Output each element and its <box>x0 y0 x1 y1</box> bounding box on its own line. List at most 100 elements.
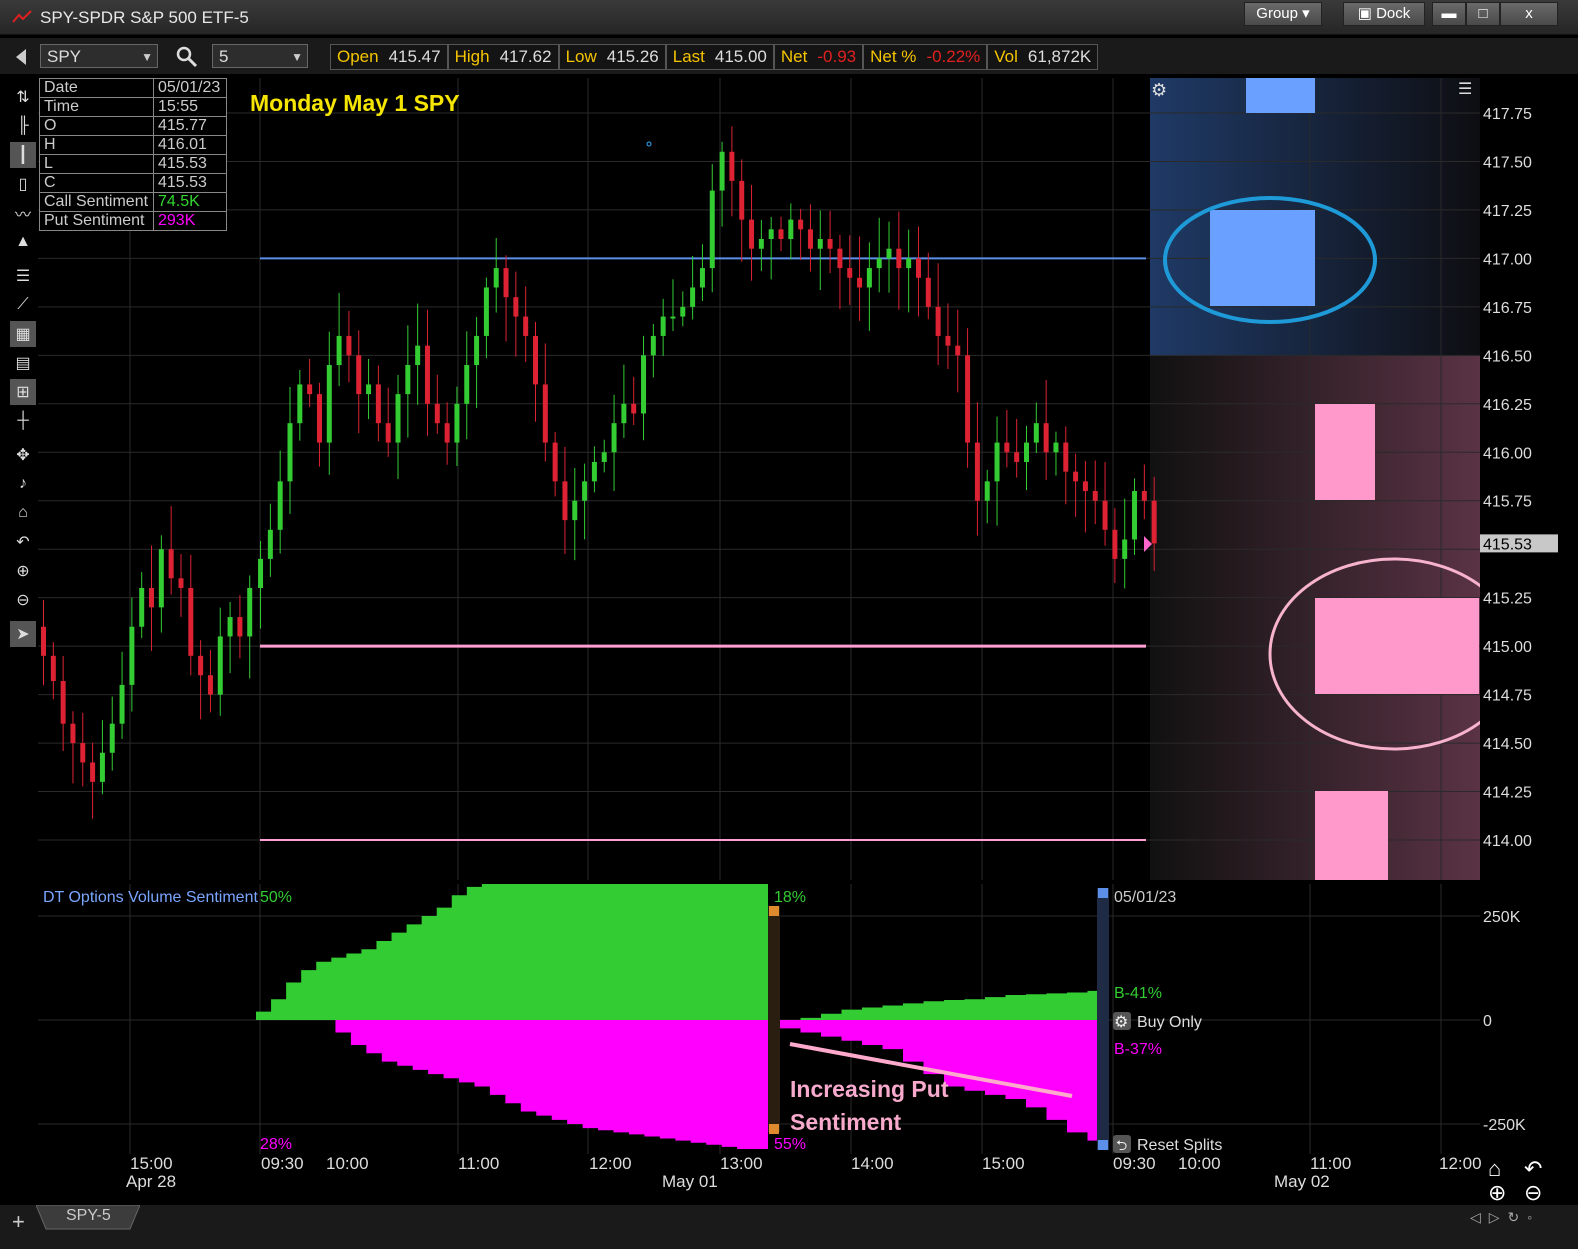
candle <box>1132 491 1138 540</box>
crosshair-icon[interactable]: ┼ <box>10 408 36 434</box>
chevron-down-icon[interactable]: ▼ <box>141 45 153 69</box>
chevron-down-icon[interactable]: ▼ <box>291 45 303 69</box>
candlestick-icon[interactable]: ┃ <box>10 142 36 168</box>
candle <box>896 248 902 269</box>
table-icon[interactable]: ▤ <box>10 350 36 376</box>
info-key: Date <box>39 78 154 98</box>
zoom-out-icon[interactable]: ⊖ <box>10 587 36 613</box>
group-button[interactable]: Group ▾ <box>1244 2 1322 26</box>
quote-cell-last: Last 415.00 <box>665 44 774 70</box>
range-handle-bottom[interactable] <box>1098 1140 1108 1150</box>
interval-select[interactable]: 5 ▼ <box>212 44 308 68</box>
quote-value: 415.26 <box>606 47 659 66</box>
price-axis-background <box>1480 78 1558 880</box>
cursor-crosshair-icon[interactable]: ⇅ <box>10 84 36 110</box>
candle <box>444 423 450 443</box>
menu-icon[interactable]: ☰ <box>1458 79 1472 98</box>
collapse-left-icon[interactable] <box>14 48 28 66</box>
info-key: C <box>39 173 154 193</box>
candle <box>699 268 705 288</box>
candle <box>886 248 892 259</box>
candle <box>533 335 538 385</box>
info-key: O <box>39 116 154 136</box>
candle <box>572 500 578 521</box>
sentiment-date: 05/01/23 <box>1114 889 1176 906</box>
info-row: Call Sentiment 74.5K <box>39 192 227 212</box>
maximize-button[interactable]: □ <box>1466 2 1500 26</box>
candle <box>660 316 666 336</box>
add-tab-icon[interactable]: + <box>12 1209 25 1235</box>
pct-label: 50% <box>260 889 292 906</box>
symbol-input[interactable]: SPY ▼ <box>40 44 158 68</box>
call-sentiment-area <box>256 884 768 1020</box>
candle <box>356 355 362 395</box>
tab-nav-icons[interactable]: ◁▷↻◦ <box>1470 1209 1540 1226</box>
layout-icon[interactable]: ⊞ <box>10 379 36 405</box>
candle <box>847 268 853 278</box>
candle <box>483 287 489 336</box>
candle <box>434 403 440 424</box>
call-b-label: B-41% <box>1114 985 1162 1002</box>
candle <box>788 219 794 240</box>
candle <box>297 384 303 424</box>
pct-label: 18% <box>774 889 806 906</box>
value-axis-label: 0 <box>1483 1013 1492 1030</box>
zoom-in-icon[interactable]: ⊕ <box>10 558 36 584</box>
zoom-out-icon[interactable]: ⊖ <box>1524 1180 1542 1206</box>
search-icon[interactable] <box>176 46 198 68</box>
line-chart-icon[interactable]: 〰 <box>10 200 36 226</box>
undo-zoom-icon[interactable]: ↶ <box>1524 1156 1542 1182</box>
candle <box>994 442 1000 482</box>
gear-icon[interactable]: ⚙ <box>1151 80 1167 101</box>
grid-icon[interactable]: ▦ <box>10 321 36 347</box>
candle <box>207 675 213 695</box>
candle <box>366 384 372 395</box>
candle <box>346 335 352 356</box>
hollow-candle-icon[interactable]: ▯ <box>10 171 36 197</box>
mountain-chart-icon[interactable]: ▲ <box>10 229 36 255</box>
options-sentiment-chart[interactable]: DT Options Volume Sentiment 50% 28% 18% 55% 0… <box>38 884 1558 1154</box>
price-chart[interactable]: ⚙ ☰ 417.75 417.50 417.25 417.00 416.75 416.50 41… <box>38 78 1558 880</box>
buy-only-label: Buy Only <box>1137 1014 1202 1031</box>
close-button[interactable]: x <box>1500 2 1558 26</box>
time-tick-label: 15:00 <box>130 1154 173 1173</box>
info-row: Date 05/01/23 <box>39 78 227 98</box>
candle <box>827 239 833 249</box>
undo-icon[interactable]: ↶ <box>10 529 36 555</box>
zoom-in-icon[interactable]: ⊕ <box>1488 1180 1506 1206</box>
home-icon[interactable]: ⌂ <box>10 500 36 526</box>
candle <box>178 578 184 588</box>
candle <box>709 190 715 269</box>
quote-cell-low: Low 415.26 <box>558 44 666 70</box>
candle <box>99 752 105 782</box>
bar-chart-icon[interactable]: ╟ <box>10 113 36 139</box>
quote-bar: Open 415.47 High 417.62 Low 415.26 Last 415.00 N… <box>330 44 1099 72</box>
candle <box>80 743 86 763</box>
call-volume-bar <box>1210 210 1315 306</box>
minimize-button[interactable]: ▬ <box>1432 2 1466 26</box>
split-handle-top[interactable] <box>769 906 779 916</box>
note-icon[interactable]: ♪ <box>10 471 36 497</box>
quote-label: Vol <box>994 47 1018 66</box>
marker-dot <box>646 141 652 147</box>
move-icon[interactable]: ✥ <box>10 442 36 468</box>
gear-icon[interactable]: ⚙ <box>1114 1012 1128 1031</box>
candle <box>798 219 804 230</box>
candle <box>119 684 125 724</box>
quote-value: 415.00 <box>714 47 767 66</box>
reset-home-icon[interactable]: ⌂ <box>1488 1156 1501 1182</box>
candle <box>267 529 273 559</box>
quote-cell-open: Open 415.47 <box>330 44 448 70</box>
candle <box>1033 423 1039 443</box>
split-handle-bottom[interactable] <box>769 1124 779 1134</box>
range-handle-top[interactable] <box>1098 888 1108 898</box>
fibonacci-icon[interactable]: ☰ <box>10 263 36 289</box>
pointer-icon[interactable]: ➤ <box>10 621 36 647</box>
candle <box>807 229 813 249</box>
candle <box>562 481 568 521</box>
trendline-icon[interactable]: ⟋ <box>10 292 36 318</box>
dock-button[interactable]: ▣ Dock <box>1343 2 1425 26</box>
candle <box>287 423 293 482</box>
range-bar <box>1097 888 1109 1150</box>
candle <box>631 403 637 414</box>
